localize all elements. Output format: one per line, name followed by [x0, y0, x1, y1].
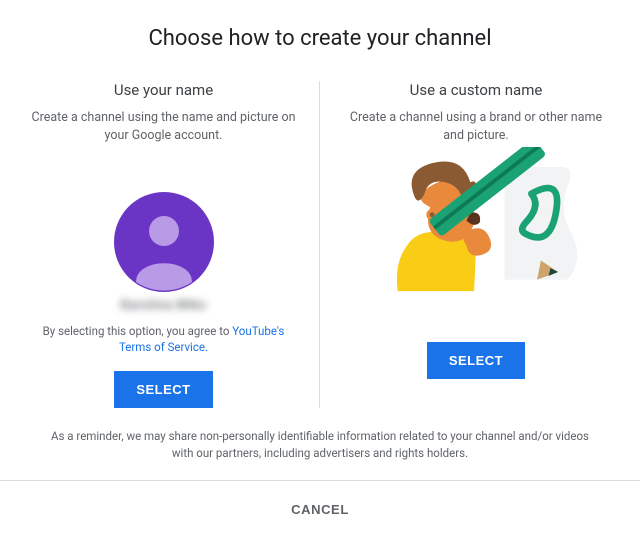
option-right-description: Create a channel using a brand or other … [342, 109, 610, 144]
option-use-custom-name: Use a custom name Create a channel using… [320, 81, 632, 408]
cancel-area: CANCEL [0, 481, 640, 536]
options-row: Use your name Create a channel using the… [0, 81, 640, 408]
disclaimer-text: As a reminder, we may share non-personal… [0, 408, 640, 479]
option-left-description: Create a channel using the name and pict… [30, 109, 297, 144]
account-username: Karolina Miks [30, 298, 297, 313]
select-custom-name-button[interactable]: SELECT [427, 342, 525, 379]
option-use-your-name: Use your name Create a channel using the… [8, 81, 320, 408]
tos-prefix: By selecting this option, you agree to [43, 324, 230, 338]
select-your-name-button[interactable]: SELECT [114, 371, 212, 408]
dialog-title: Choose how to create your channel [0, 0, 640, 81]
option-right-title: Use a custom name [342, 81, 610, 99]
tos-text: By selecting this option, you agree to Y… [30, 323, 297, 355]
option-left-title: Use your name [30, 81, 297, 99]
custom-name-illustration [342, 162, 610, 292]
profile-avatar-icon [114, 192, 214, 292]
artist-drawing-icon [371, 147, 581, 292]
cancel-button[interactable]: CANCEL [291, 502, 349, 517]
avatar-illustration [30, 162, 297, 292]
